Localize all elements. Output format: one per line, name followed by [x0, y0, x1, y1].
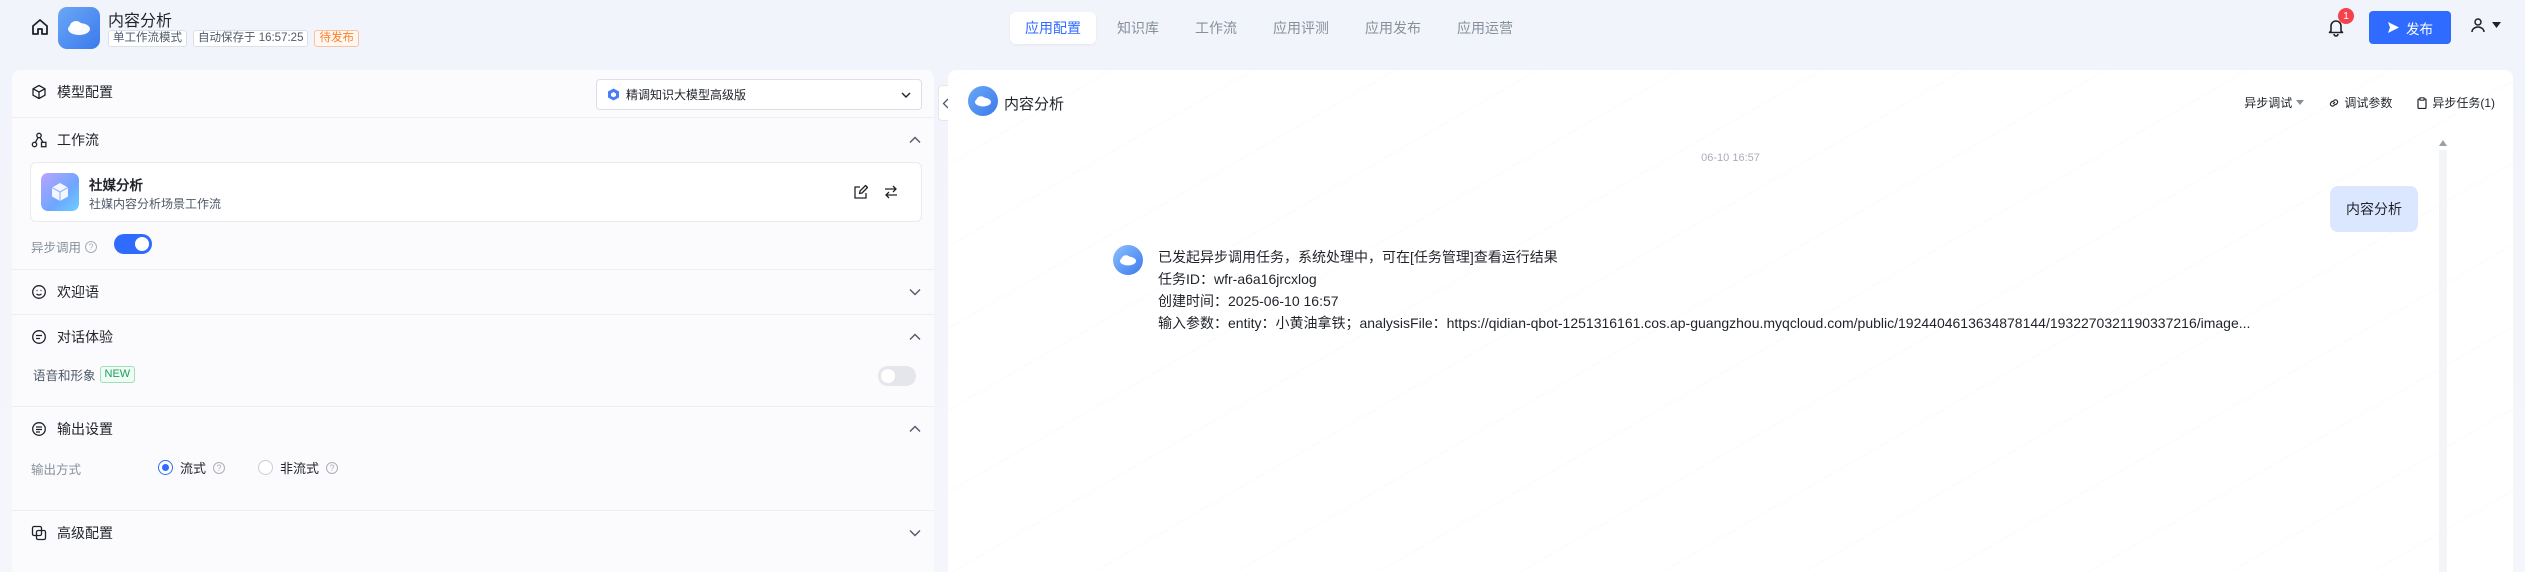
- output-mode-label: 输出方式: [31, 463, 82, 477]
- clipboard-icon: [2417, 96, 2427, 109]
- app-logo: [58, 7, 100, 49]
- publish-label: 发布: [2406, 21, 2433, 37]
- workflow-card[interactable]: 社媒分析 社媒内容分析场景工作流: [30, 162, 922, 222]
- async-tasks-button[interactable]: 异步任务(1): [2416, 94, 2495, 111]
- main-nav: 应用配置 知识库 工作流 应用评测 应用发布 应用运营: [1010, 12, 1528, 44]
- bot-message-line: 已发起异步调用任务，系统处理中，可在[任务管理]查看运行结果: [1158, 249, 1558, 265]
- chevron-up-icon[interactable]: [908, 133, 922, 147]
- edit-icon[interactable]: [853, 184, 869, 200]
- radio-button[interactable]: [258, 460, 273, 475]
- app-title: 内容分析: [108, 13, 173, 30]
- notification-badge: 1: [2338, 8, 2354, 24]
- caret-down-icon: [2296, 100, 2305, 105]
- cube-icon: [32, 84, 46, 100]
- advanced-icon: [31, 525, 47, 541]
- radio-button-checked[interactable]: [158, 460, 173, 475]
- chevron-down-icon[interactable]: [908, 285, 922, 299]
- debug-chat-panel: 内容分析 异步调试 调试参数 异步任务(1) 06-10 16:57 内容分析 …: [948, 70, 2513, 572]
- voice-row: 语音和形象 NEW: [33, 365, 136, 384]
- tab-app-operation[interactable]: 应用运营: [1442, 12, 1528, 44]
- async-call-label: 异步调用: [31, 241, 82, 255]
- swap-icon[interactable]: [883, 184, 899, 200]
- tab-app-config[interactable]: 应用配置: [1010, 12, 1096, 44]
- autosave-tag: 自动保存于 16:57:25: [193, 30, 309, 47]
- debug-params-label: 调试参数: [2344, 96, 2393, 110]
- send-icon: [2388, 22, 2399, 33]
- tab-app-publish[interactable]: 应用发布: [1350, 12, 1436, 44]
- async-tasks-label: 异步任务(1): [2432, 96, 2495, 110]
- output-icon: [32, 422, 46, 436]
- chevron-down-icon[interactable]: [908, 526, 922, 540]
- section-title: 对话体验: [57, 329, 113, 345]
- tab-knowledge-base[interactable]: 知识库: [1102, 12, 1174, 44]
- top-bar: 内容分析 单工作流模式 自动保存于 16:57:25 待发布 应用配置 知识库 …: [0, 0, 2525, 56]
- help-icon[interactable]: ?: [213, 461, 226, 474]
- chevron-up-icon[interactable]: [908, 422, 922, 436]
- section-dialog-experience[interactable]: 对话体验: [12, 315, 934, 359]
- chevron-up-icon[interactable]: [908, 330, 922, 344]
- section-title: 欢迎语: [57, 284, 99, 300]
- new-badge: NEW: [99, 366, 136, 383]
- model-select[interactable]: 精调知识大模型高级版: [596, 79, 922, 110]
- section-title: 输出设置: [57, 421, 113, 437]
- welcome-icon: [32, 285, 46, 299]
- config-panel: 模型配置 精调知识大模型高级版 工作流 社媒分析 社媒内容分析场景工作流 异步调…: [12, 70, 934, 572]
- chevron-down-icon: [901, 92, 911, 98]
- scrollbar[interactable]: [2439, 150, 2447, 572]
- help-icon[interactable]: ?: [85, 240, 98, 253]
- section-title: 工作流: [57, 132, 99, 148]
- user-menu[interactable]: [2470, 17, 2501, 33]
- model-value: 精调知识大模型高级版: [626, 88, 747, 102]
- toggle-knob: [135, 237, 149, 251]
- user-icon: [2471, 18, 2485, 33]
- radio-label: 流式: [180, 461, 207, 476]
- help-icon[interactable]: ?: [326, 461, 339, 474]
- toggle-knob: [881, 369, 895, 383]
- caret-down-icon: [2492, 22, 2501, 28]
- async-call-row: 异步调用 ?: [31, 237, 98, 256]
- tab-app-evaluation[interactable]: 应用评测: [1258, 12, 1344, 44]
- voice-label: 语音和形象: [33, 369, 96, 383]
- app-meta: 单工作流模式 自动保存于 16:57:25 待发布: [108, 30, 359, 47]
- workflow-icon: [31, 132, 47, 148]
- mode-tag: 单工作流模式: [108, 30, 187, 47]
- chat-title: 内容分析: [1004, 96, 1065, 113]
- section-title: 模型配置: [57, 84, 113, 100]
- user-message: 内容分析: [2330, 186, 2418, 232]
- model-icon: [608, 88, 619, 101]
- chat-icon: [32, 330, 46, 344]
- workflow-name: 社媒分析: [89, 178, 143, 193]
- publish-button[interactable]: 发布: [2369, 11, 2451, 44]
- message-timestamp: 06-10 16:57: [1701, 152, 1760, 164]
- bot-message-line: 创建时间：2025-06-10 16:57: [1158, 293, 1339, 309]
- radio-label: 非流式: [280, 461, 320, 476]
- section-output-settings[interactable]: 输出设置: [12, 407, 934, 451]
- status-tag: 待发布: [314, 30, 359, 47]
- home-icon[interactable]: [30, 17, 50, 37]
- voice-toggle[interactable]: [878, 366, 916, 386]
- bot-message-line: 任务ID：wfr-a6a16jrcxlog: [1158, 271, 1317, 287]
- async-debug-label: 异步调试: [2244, 96, 2293, 110]
- link-icon: [2330, 98, 2339, 107]
- async-call-toggle[interactable]: [114, 234, 152, 254]
- workflow-logo: [41, 173, 79, 211]
- bot-avatar: [1113, 245, 1143, 275]
- section-title: 高级配置: [57, 525, 113, 541]
- workflow-desc: 社媒内容分析场景工作流: [89, 197, 222, 211]
- bot-message: 已发起异步调用任务，系统处理中，可在[任务管理]查看运行结果 任务ID：wfr-…: [1158, 246, 2250, 334]
- async-debug-dropdown[interactable]: 异步调试: [2244, 94, 2305, 111]
- scroll-up-arrow[interactable]: [2439, 140, 2447, 146]
- debug-params-button[interactable]: 调试参数: [2328, 94, 2392, 111]
- section-welcome[interactable]: 欢迎语: [12, 270, 934, 314]
- tab-workflow[interactable]: 工作流: [1180, 12, 1252, 44]
- section-advanced-config[interactable]: 高级配置: [12, 511, 934, 555]
- bot-message-line: 输入参数：entity：小黄油拿铁；analysisFile：https://q…: [1158, 315, 2251, 331]
- section-workflow[interactable]: 工作流: [12, 118, 934, 162]
- chat-actions: 异步调试 调试参数 异步任务(1): [2244, 94, 2495, 111]
- radio-non-streaming[interactable]: 非流式 ?: [258, 458, 339, 477]
- radio-streaming[interactable]: 流式 ?: [158, 458, 226, 477]
- app-avatar: [968, 86, 998, 116]
